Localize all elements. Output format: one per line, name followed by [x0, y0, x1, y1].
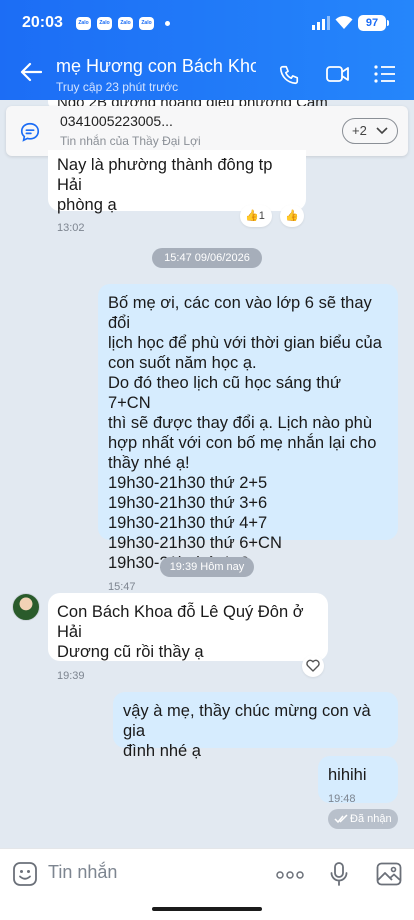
status-time: 20:03	[22, 14, 63, 31]
more-options-icon[interactable]	[276, 871, 304, 879]
thumbs-up-icon: 👍	[245, 210, 259, 222]
chat-header: 20:03 Zalo Zalo Zalo Zalo 97 mẹ Hương co…	[0, 0, 414, 100]
zalo-notification-icon: Zalo	[76, 17, 91, 30]
notification-dot-icon	[165, 21, 170, 26]
menu-list-icon[interactable]	[374, 64, 396, 84]
delivery-status-text: Đã nhận	[350, 813, 392, 825]
sent-message[interactable]: Bố mẹ ơi, các con vào lớp 6 sẽ thay đổi …	[98, 284, 398, 593]
date-separator: 15:47 09/06/2026	[152, 248, 262, 268]
pinned-message-bar[interactable]: 0341005223005... Tin nhắn của Thầy Đại L…	[6, 106, 408, 156]
microphone-icon[interactable]	[330, 861, 348, 887]
video-call-icon[interactable]	[326, 64, 350, 84]
image-gallery-icon[interactable]	[376, 862, 402, 886]
message-composer: Tin nhắn	[0, 848, 414, 920]
heart-icon	[306, 659, 320, 672]
zalo-notification-icon: Zalo	[97, 17, 112, 30]
message-time: 19:39	[57, 670, 85, 682]
chevron-down-icon	[376, 127, 388, 135]
sticker-icon[interactable]	[12, 861, 38, 887]
wifi-icon	[335, 15, 353, 29]
reaction-count: 1	[258, 210, 265, 222]
home-indicator	[152, 907, 262, 911]
message-input[interactable]: Tin nhắn	[48, 862, 117, 883]
avatar[interactable]	[12, 593, 40, 621]
sent-message[interactable]: hihihi 19:48	[318, 756, 398, 805]
status-bar: 20:03 Zalo Zalo Zalo Zalo 97	[0, 0, 414, 44]
pinned-message-icon	[20, 122, 40, 142]
pinned-more-count: +2	[352, 123, 367, 138]
chat-title[interactable]: mẹ Hương con Bách Kho...	[56, 56, 256, 77]
thumbs-up-icon: 👍	[285, 210, 299, 222]
last-seen: Truy cập 23 phút trước	[56, 80, 179, 94]
message-text: hihihi	[328, 766, 367, 784]
phone-call-icon[interactable]	[278, 64, 300, 86]
battery-icon: 97	[358, 15, 389, 31]
delivery-status-badge: Đã nhận	[328, 809, 398, 829]
reaction-summary[interactable]: 👍1	[240, 205, 272, 227]
message-time: 19:48	[328, 793, 356, 805]
double-check-icon	[334, 814, 348, 824]
zalo-notification-icon: Zalo	[139, 17, 154, 30]
react-button[interactable]: 👍	[280, 205, 304, 227]
pinned-more-button[interactable]: +2	[342, 118, 398, 144]
react-button[interactable]	[302, 655, 324, 677]
date-separator: 19:39 Hôm nay	[160, 557, 254, 577]
back-arrow-icon[interactable]	[20, 62, 42, 82]
message-text: vậy à mẹ, thầy chúc mừng con và gia đình…	[123, 702, 371, 760]
signal-icon	[312, 16, 330, 30]
message-text: Bố mẹ ơi, các con vào lớp 6 sẽ thay đổi …	[108, 294, 382, 572]
message-text: Con Bách Khoa đỗ Lê Quý Đôn ở Hải Dương …	[57, 603, 304, 661]
received-message[interactable]: Con Bách Khoa đỗ Lê Quý Đôn ở Hải Dương …	[48, 593, 328, 682]
zalo-notification-icon: Zalo	[118, 17, 133, 30]
pinned-title: 0341005223005...	[60, 113, 173, 129]
sent-message[interactable]: vậy à mẹ, thầy chúc mừng con và gia đình…	[113, 692, 398, 760]
pinned-subtitle: Tin nhắn của Thầy Đại Lợi	[60, 134, 201, 148]
received-message[interactable]: Nay là phường thành đông tp Hải phòng ạ …	[48, 150, 306, 234]
